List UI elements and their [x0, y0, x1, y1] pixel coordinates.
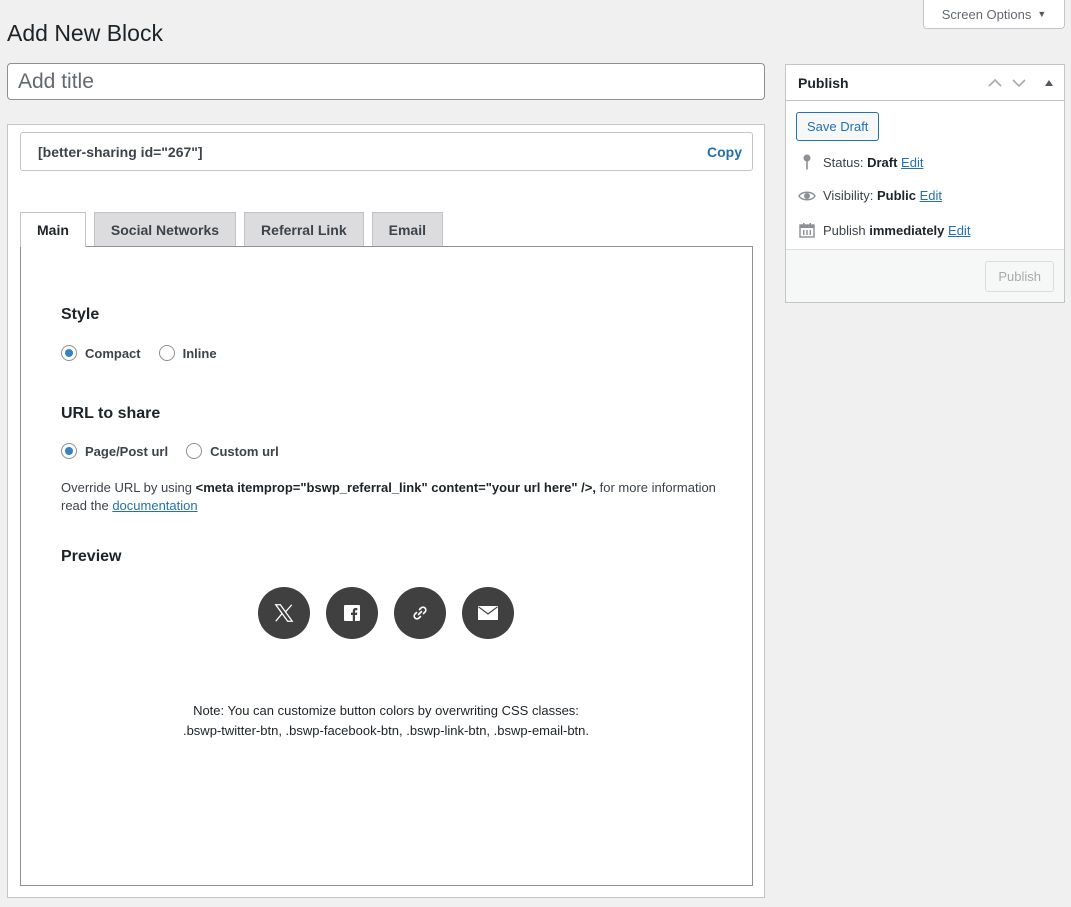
caret-down-icon: ▼ — [1037, 9, 1047, 19]
style-heading: Style — [61, 306, 100, 323]
visibility-value: Public — [876, 188, 916, 203]
publish-actions: Publish — [786, 249, 1064, 302]
url-to-share-heading: URL to share — [61, 405, 161, 422]
style-radio-group: Compact Inline — [61, 345, 229, 361]
status-label: Status: — [823, 154, 868, 170]
override-meta-code: <meta itemprop="bswp_referral_link" cont… — [195, 480, 596, 495]
block-settings-box: [better-sharing id="267"] Copy Main Soci… — [7, 124, 765, 898]
override-prefix: Override URL by using — [61, 480, 196, 495]
style-compact-radio[interactable] — [61, 345, 77, 361]
main-tab-panel: Style Compact Inline URL to share Page/P… — [20, 246, 753, 886]
documentation-link[interactable]: documentation — [112, 498, 197, 513]
schedule-value: immediately — [869, 222, 945, 238]
copy-shortcode-button[interactable]: Copy — [707, 144, 742, 160]
publish-title: Publish — [798, 74, 849, 91]
style-inline-label[interactable]: Inline — [183, 346, 217, 361]
tab-social-networks[interactable]: Social Networks — [93, 212, 237, 246]
title-input[interactable] — [7, 63, 765, 100]
override-url-help: Override URL by using <meta itemprop="bs… — [61, 479, 721, 515]
tab-email[interactable]: Email — [371, 212, 443, 246]
page-post-url-label[interactable]: Page/Post url — [85, 444, 168, 459]
style-inline-radio[interactable] — [158, 345, 175, 361]
visibility-row: Visibility: Public Edit — [797, 188, 942, 203]
screen-options-label: Screen Options — [941, 6, 1032, 22]
facebook-icon — [344, 605, 360, 621]
page-post-url-radio[interactable] — [61, 443, 77, 459]
publish-header: Publish — [786, 65, 1064, 101]
save-draft-button[interactable]: Save Draft — [796, 112, 880, 141]
pin-icon — [797, 154, 817, 170]
preview-heading: Preview — [61, 548, 122, 565]
move-down-icon[interactable] — [1012, 78, 1026, 88]
link-icon — [413, 606, 427, 620]
edit-status-link[interactable]: Edit — [901, 155, 923, 170]
status-row: Status: Draft Edit — [797, 154, 923, 170]
edit-schedule-link[interactable]: Edit — [948, 223, 970, 238]
url-radio-group: Page/Post url Custom url — [61, 443, 291, 459]
email-icon — [478, 606, 498, 620]
settings-tabs: Main Social Networks Referral Link Email — [20, 212, 443, 247]
collapse-toggle-icon[interactable] — [1044, 79, 1054, 87]
screen-options-button[interactable]: Screen Options ▼ — [923, 0, 1065, 29]
email-share-button[interactable] — [462, 587, 514, 639]
shortcode-field: [better-sharing id="267"] Copy — [20, 132, 753, 171]
publish-button[interactable]: Publish — [985, 261, 1054, 292]
style-compact-label[interactable]: Compact — [85, 346, 141, 361]
schedule-label: Publish — [823, 222, 870, 238]
visibility-label: Visibility: — [823, 188, 877, 203]
custom-url-radio[interactable] — [186, 443, 203, 459]
twitter-share-button[interactable] — [258, 587, 310, 639]
share-buttons-preview — [258, 587, 514, 639]
tab-main[interactable]: Main — [20, 212, 86, 247]
edit-visibility-link[interactable]: Edit — [920, 188, 942, 203]
shortcode-value: [better-sharing id="267"] — [38, 143, 203, 160]
calendar-icon — [797, 222, 817, 238]
x-twitter-icon — [274, 604, 294, 622]
facebook-share-button[interactable] — [326, 587, 378, 639]
link-share-button[interactable] — [394, 587, 446, 639]
publish-box: Publish Save Draft Status: Draft Edit Vi… — [785, 64, 1065, 303]
custom-url-label[interactable]: Custom url — [210, 444, 279, 459]
eye-icon — [797, 190, 817, 202]
status-value: Draft — [867, 154, 898, 170]
tab-referral-link[interactable]: Referral Link — [244, 212, 364, 246]
schedule-row: Publish immediately Edit — [797, 222, 970, 238]
page-title: Add New Block — [7, 20, 163, 46]
customize-colors-note: Note: You can customize button colors by… — [182, 703, 590, 738]
move-up-icon[interactable] — [988, 78, 1002, 88]
